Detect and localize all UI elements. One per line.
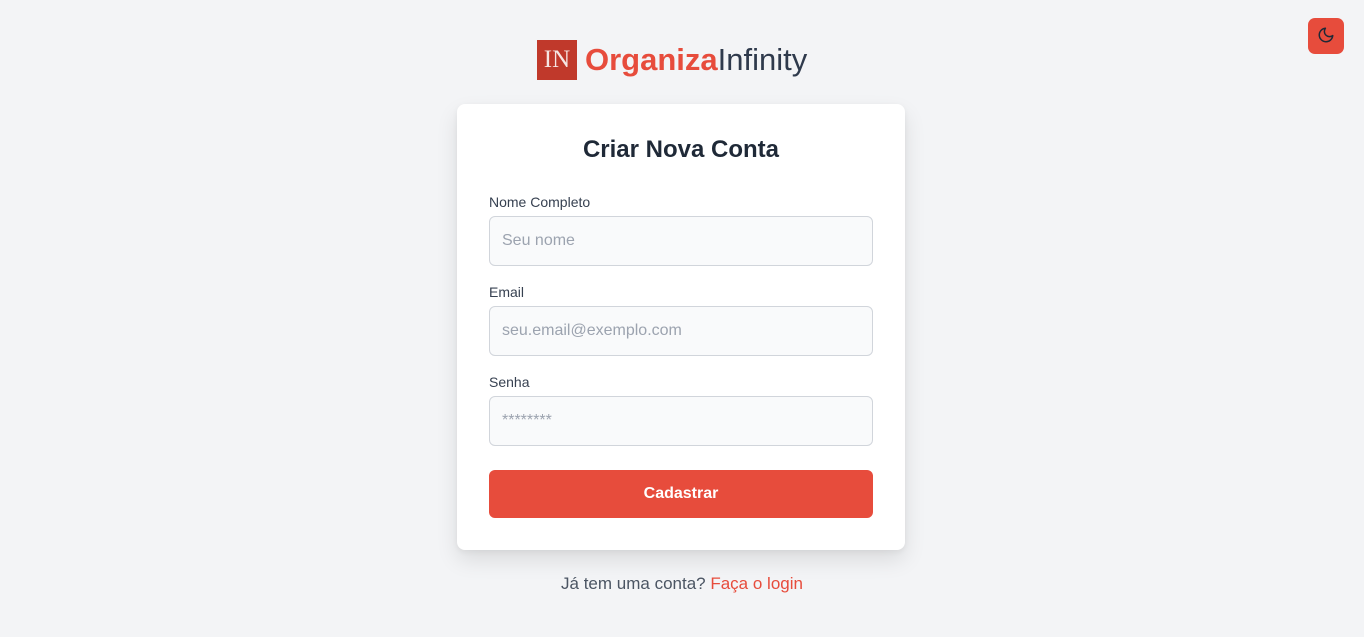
- login-link[interactable]: Faça o login: [710, 574, 803, 593]
- full-name-input[interactable]: [489, 216, 873, 266]
- login-prompt-text: Já tem uma conta?: [561, 574, 706, 593]
- email-label: Email: [489, 284, 525, 300]
- brand-name-part1: Organiza: [585, 42, 718, 77]
- moon-icon: [1317, 26, 1335, 47]
- brand-name-part2: Infinity: [717, 42, 808, 77]
- signup-card: Criar Nova Conta Nome Completo Email Sen…: [457, 104, 905, 550]
- brand-logo: IN OrganizaInfinity: [537, 40, 807, 80]
- password-input[interactable]: [489, 396, 873, 446]
- signup-button[interactable]: Cadastrar: [489, 470, 873, 518]
- full-name-label: Nome Completo: [489, 194, 591, 210]
- logo-mark: IN: [537, 40, 577, 80]
- form-title: Criar Nova Conta: [582, 136, 780, 163]
- brand-name: OrganizaInfinity: [585, 40, 807, 80]
- login-prompt: Já tem uma conta? Faça o login: [0, 574, 1364, 594]
- password-label: Senha: [489, 374, 530, 390]
- email-input[interactable]: [489, 306, 873, 356]
- theme-toggle-button[interactable]: [1308, 18, 1344, 54]
